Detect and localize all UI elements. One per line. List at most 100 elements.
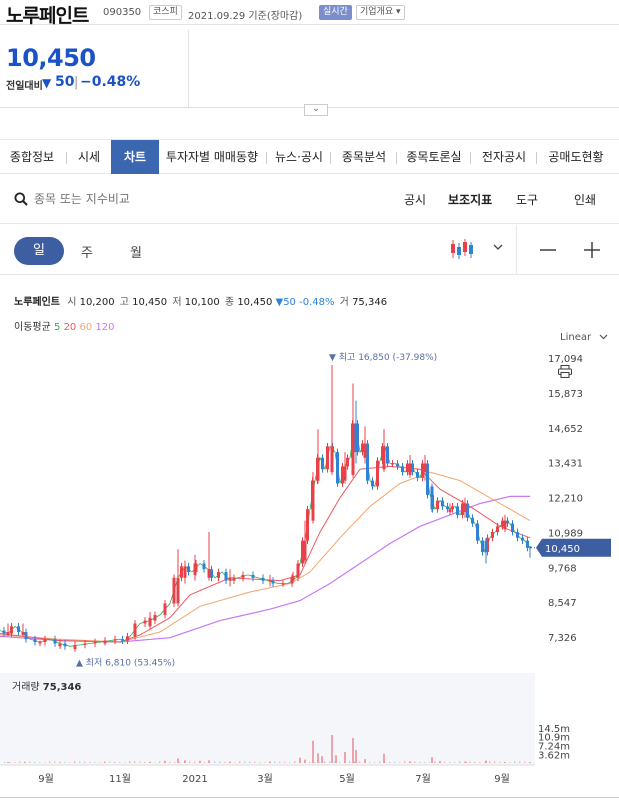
candle-body [6,632,10,635]
company-info-button[interactable]: 기업개요 ▾ [356,5,405,20]
candle-body [363,443,367,458]
moving-average-legend[interactable]: 이동평균 5 20 60 120 [14,318,115,333]
volume-bar [64,762,66,763]
volume-bar [194,761,196,763]
volume-bar [424,762,426,763]
tab-divider [330,152,331,164]
stock-header: 노루페인트 090350 코스피 2021.09.29 기준(장마감) 실시간 … [0,0,619,28]
tab-divider [470,152,471,164]
candle-body [516,532,519,538]
period-month-button[interactable]: 월 [130,242,142,261]
zoom-in-icon[interactable] [584,242,600,258]
period-row: 일 주 월 [0,225,619,275]
tab-discussion[interactable]: 종목토론실 [400,140,468,174]
tab-divider [396,152,397,164]
y-tick-label: 14,652 [548,424,583,435]
volume-bar [509,762,511,763]
close-label: 종 [224,297,235,308]
candle-body [73,646,77,650]
high-value: 10,450 [132,297,168,308]
y-tick-label: 9,768 [548,563,577,574]
tab-news[interactable]: 뉴스·공시 [270,140,328,174]
tab-short-selling[interactable]: 공매도현황 [541,140,611,174]
tab-investor-trading[interactable]: 투자자별 매매동향 [162,140,262,174]
candle-body [17,626,20,633]
volume-bar [324,761,326,763]
volume-bar [364,759,366,763]
volume-bar [459,761,461,763]
candle-body [63,643,67,647]
volume-bar [485,760,487,763]
candlestick-type-icon[interactable] [450,238,474,260]
volume-bar [319,762,321,763]
y-tick-label: 13,431 [548,459,583,470]
candle-body [187,566,190,573]
volume-bar [94,762,96,763]
period-week-button[interactable]: 주 [81,242,93,261]
volume-bar [499,761,501,763]
y-tick-label: 12,210 [548,494,583,505]
tab-overview[interactable]: 종합정보 [0,140,64,174]
search-icon[interactable] [14,192,28,206]
volume-bar [9,762,11,763]
volume-bar [409,761,411,763]
expand-chevron-icon[interactable]: ⌄ [304,104,328,116]
volume-bar [374,762,376,763]
high-annotation: ▼ 최고 16,850 (-37.98%) [329,352,437,363]
print-button[interactable]: 인쇄 [574,191,596,208]
volume-bar [109,761,111,763]
volume-bar [7,762,9,763]
candle-body [326,446,329,470]
volume-bar [404,761,406,763]
open-label: 시 [67,297,77,308]
candle-body [386,446,389,464]
tab-disclosure[interactable]: 전자공시 [474,140,534,174]
volume-bar [383,753,385,763]
indicator-button[interactable]: 보조지표 [448,191,492,208]
volume-bar [514,761,516,763]
candle-body [207,569,211,578]
volume-bar [254,761,256,763]
candle-body [241,574,245,578]
volume-bar [294,761,296,763]
candle-body [330,446,334,473]
low-annotation: ▲ 최저 6,810 (53.45%) [76,658,175,669]
volume-bar [439,761,441,763]
candle-body [521,537,524,541]
volume-bar [44,762,46,763]
volume-bar [321,756,323,763]
volume-bar [129,761,131,763]
tools-button[interactable]: 도구 [516,191,538,208]
candle-body [113,639,117,641]
chevron-down-icon[interactable] [493,244,503,251]
volume-bar [479,762,481,763]
volume-bar [284,762,286,763]
tab-chart[interactable]: 차트 [111,140,159,174]
candle-body [321,457,324,470]
candle-body [316,457,320,481]
y-tick-label: 15,873 [548,389,583,400]
price-chart[interactable]: 17,094 15,873 14,652 13,431 12,210 10,989 9,76… [0,345,619,797]
scale-select[interactable]: Linear [560,332,608,343]
search-input[interactable] [34,190,234,208]
stock-name[interactable]: 노루페인트 [6,1,89,28]
candle-body [441,500,444,507]
volume-bar [352,738,354,763]
tab-analysis[interactable]: 종목분석 [334,140,394,174]
candle-body [268,580,272,582]
current-price-tag-label: 10,450 [545,544,580,555]
tab-quotes[interactable]: 시세 [70,140,108,174]
candle-body [430,486,434,510]
candle-body [33,639,37,643]
volume-bar [69,762,71,763]
candle-body [228,577,232,581]
candle-body [126,636,129,641]
y-tick-label: 10,989 [548,528,583,539]
volume-bar [464,761,466,763]
period-day-button[interactable]: 일 [14,237,64,265]
zoom-out-icon[interactable] [540,249,556,251]
x-tick-label: 2021 [182,774,207,785]
disclosure-button[interactable]: 공시 [404,191,426,208]
candle-body [103,640,107,644]
realtime-badge[interactable]: 실시간 [319,5,352,20]
